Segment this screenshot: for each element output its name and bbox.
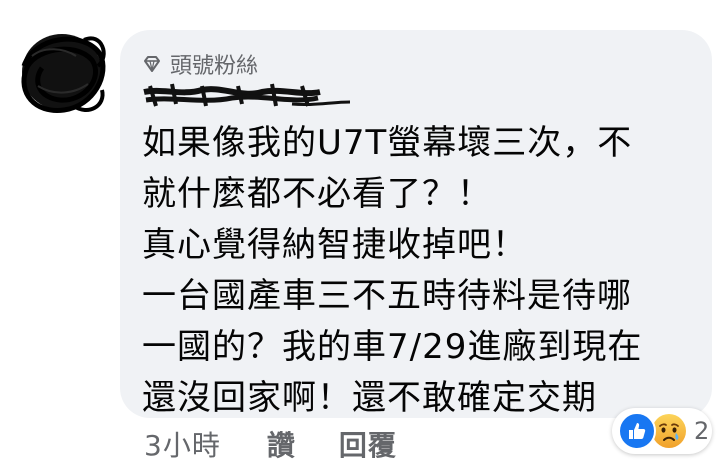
comment-line: 真心覺得納智捷收掉吧！ — [142, 225, 527, 265]
timestamp-link[interactable]: 3小時 — [144, 424, 221, 464]
avatar-scribble-icon — [21, 34, 106, 113]
comment-line: 如果像我的U7T螢幕壞三次，不 — [142, 123, 633, 163]
avatar[interactable] — [14, 26, 110, 118]
redaction-scribble-icon — [143, 83, 351, 107]
reactions-summary[interactable]: 2 — [612, 408, 712, 454]
diamond-icon — [144, 56, 160, 72]
like-button[interactable]: 讚 — [267, 424, 295, 464]
reply-button[interactable]: 回覆 — [339, 424, 397, 464]
badge-label: 頭號粉絲 — [170, 54, 259, 79]
comment-text: 如果像我的U7T螢幕壞三次，不 就什麼都不必看了？！ 真心覺得納智捷收掉吧！ 一… — [142, 118, 702, 424]
top-fan-badge: 頭號粉絲 — [142, 50, 259, 79]
like-icon — [618, 412, 656, 450]
comment-actions: 3小時 讚 回覆 — [144, 424, 397, 464]
comment-line: 就什麼都不必看了？！ — [142, 174, 492, 214]
comment-line: 一國的？我的車7/29進廠到現在 — [142, 327, 643, 367]
commenter-name[interactable] — [142, 82, 352, 110]
comment-line: 一台國產車三不五時待料是待哪 — [142, 276, 632, 316]
reaction-count: 2 — [694, 417, 710, 445]
